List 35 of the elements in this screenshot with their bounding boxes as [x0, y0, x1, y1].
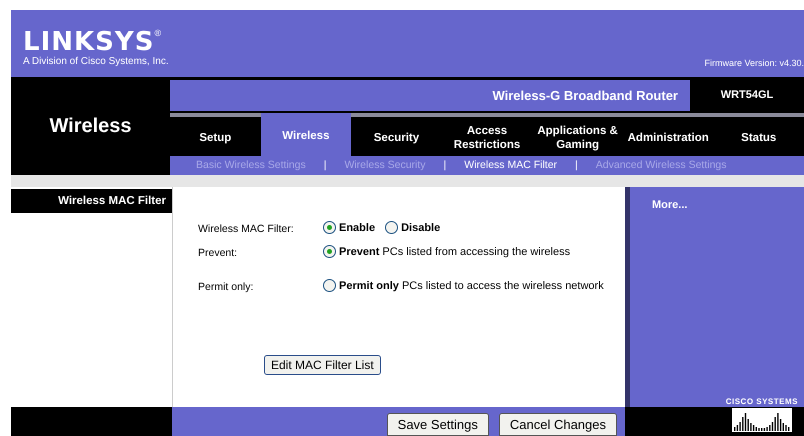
firmware-version: Firmware Version: v4.30. [704, 58, 804, 70]
field-label: Prevent: [198, 246, 238, 261]
section-title: Wireless [49, 114, 132, 138]
separator: | [324, 159, 326, 172]
brand-logo: LINKSYS [23, 28, 154, 56]
radio-button[interactable] [323, 221, 336, 234]
nav-tab[interactable]: Setup [170, 116, 261, 156]
more-link[interactable]: More... [652, 199, 688, 211]
tagline: A Division of Cisco Systems, Inc. [23, 56, 169, 67]
action-button[interactable]: Save Settings [386, 413, 489, 436]
field-label: Wireless MAC Filter: [198, 222, 295, 237]
subnav-link[interactable]: Wireless MAC Filter [464, 159, 558, 172]
separator: | [444, 159, 446, 172]
nav-tab[interactable]: Wireless [260, 112, 352, 156]
panel-title: Wireless MAC Filter [58, 195, 166, 207]
nav-tab[interactable]: Applications & Gaming [532, 116, 623, 156]
radio-label: Enable [339, 222, 376, 234]
nav-tab[interactable]: Status [713, 116, 804, 156]
action-button[interactable]: Cancel Changes [498, 413, 617, 436]
radio-label: Disable [401, 222, 440, 234]
nav-tab[interactable]: Administration [622, 116, 714, 156]
radio-button[interactable] [323, 279, 336, 292]
nav-tab[interactable]: Access Restrictions [442, 116, 532, 156]
registered-mark: ® [154, 28, 162, 38]
edit-list-button[interactable]: Edit MAC Filter List [264, 355, 381, 375]
nav-tab[interactable]: Security [351, 116, 442, 156]
separator: | [575, 159, 578, 172]
radio-label: Prevent PCs listed from accessing the wireless [339, 246, 570, 258]
product-name: Wireless-G Broadband Router [492, 88, 678, 103]
model-name: WRT54GL [720, 89, 774, 102]
radio-label: Permit only PCs listed to access the wireless network [339, 280, 604, 292]
radio-button[interactable] [323, 245, 336, 258]
field-label: Permit only: [198, 280, 254, 295]
cisco-logo-text: CISCO SYSTEMS [726, 397, 798, 406]
radio-button[interactable] [385, 221, 398, 234]
